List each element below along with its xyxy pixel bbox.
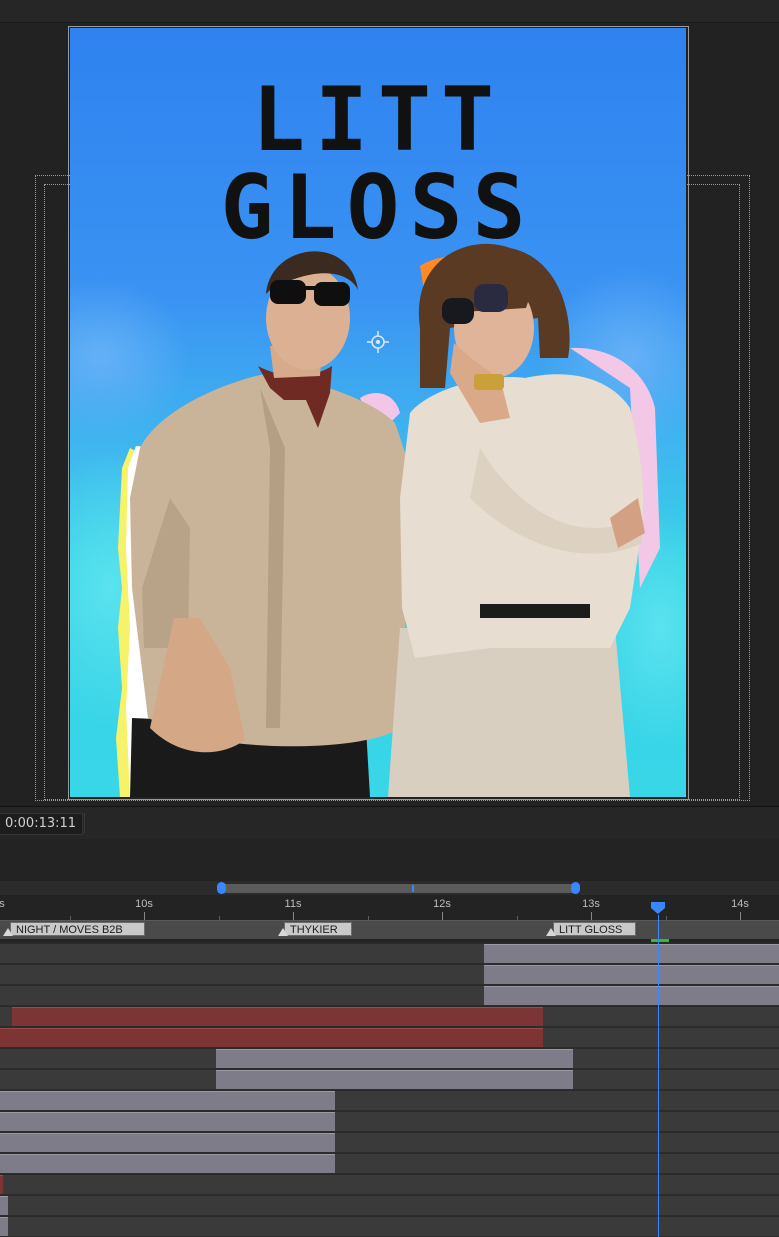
layer-bar[interactable]: [0, 1217, 8, 1236]
layer-bar[interactable]: [484, 965, 779, 984]
ruler-label: 12s: [433, 898, 451, 910]
track-row: [0, 1112, 779, 1132]
layer-bar-red[interactable]: [12, 1007, 543, 1026]
track-row: [0, 986, 779, 1006]
current-time-display[interactable]: 0:00:13:11: [0, 813, 84, 835]
navigator-current-time-indicator: [412, 885, 414, 892]
marker-thykier[interactable]: THYKIER: [284, 922, 352, 936]
track-row: [0, 1091, 779, 1111]
track-row: [0, 1028, 779, 1048]
marker-night-moves-b2b[interactable]: NIGHT / MOVES B2B: [10, 922, 145, 936]
marker-litt-gloss[interactable]: LITT GLOSS: [553, 922, 636, 936]
layer-bar[interactable]: [0, 1091, 335, 1110]
playhead-icon[interactable]: [651, 902, 665, 914]
ruler-label: 11s: [284, 898, 302, 910]
ruler-label: 13s: [582, 898, 600, 910]
timeline-header: 0:00:13:11: [0, 806, 779, 840]
marker-icon[interactable]: [3, 928, 13, 936]
poster-title: LITT GLOSS: [220, 68, 536, 259]
poster-layer[interactable]: LITT GLOSS: [70, 28, 686, 797]
navigator-range-bar[interactable]: [221, 884, 575, 893]
ruler-tick: [442, 912, 443, 920]
navigator-start-handle[interactable]: [217, 882, 226, 894]
layer-bar[interactable]: [0, 1196, 8, 1215]
layer-bar[interactable]: [484, 986, 779, 1005]
layer-tracks: [0, 942, 779, 1237]
ruler-label: s: [0, 898, 5, 910]
layer-bar[interactable]: [216, 1049, 573, 1068]
ruler-tick: [740, 912, 741, 920]
track-row: [0, 1133, 779, 1153]
layer-bar[interactable]: [216, 1070, 573, 1089]
composition-viewer[interactable]: LITT GLOSS: [0, 0, 779, 806]
navigator-end-handle[interactable]: [571, 882, 580, 894]
marker-icon[interactable]: [278, 928, 288, 936]
layer-bar[interactable]: [484, 944, 779, 963]
ruler-label: 14s: [731, 898, 749, 910]
track-row: [0, 1070, 779, 1090]
ruler-tick: [293, 912, 294, 920]
track-row: [0, 1154, 779, 1174]
track-row: [0, 965, 779, 985]
track-row: [0, 944, 779, 964]
layer-bar[interactable]: [0, 1154, 335, 1173]
header-divider: [84, 813, 85, 833]
track-row: [0, 1217, 779, 1237]
playhead-line[interactable]: [658, 915, 659, 1237]
layer-bar-red[interactable]: [0, 1028, 543, 1047]
ruler-tick: [591, 912, 592, 920]
layer-bar-red[interactable]: [0, 1175, 3, 1194]
ruler-label: 10s: [135, 898, 153, 910]
layer-bar[interactable]: [0, 1133, 335, 1152]
track-row: [0, 1049, 779, 1069]
track-row: [0, 1007, 779, 1027]
layer-bar[interactable]: [0, 1112, 335, 1131]
viewer-top-strip: [0, 0, 779, 23]
anchor-point-icon[interactable]: [367, 331, 389, 353]
track-row: [0, 1196, 779, 1216]
marker-icon[interactable]: [546, 928, 556, 936]
timeline-header-area: [0, 839, 779, 881]
ruler-tick: [144, 912, 145, 920]
track-row: [0, 1175, 779, 1195]
